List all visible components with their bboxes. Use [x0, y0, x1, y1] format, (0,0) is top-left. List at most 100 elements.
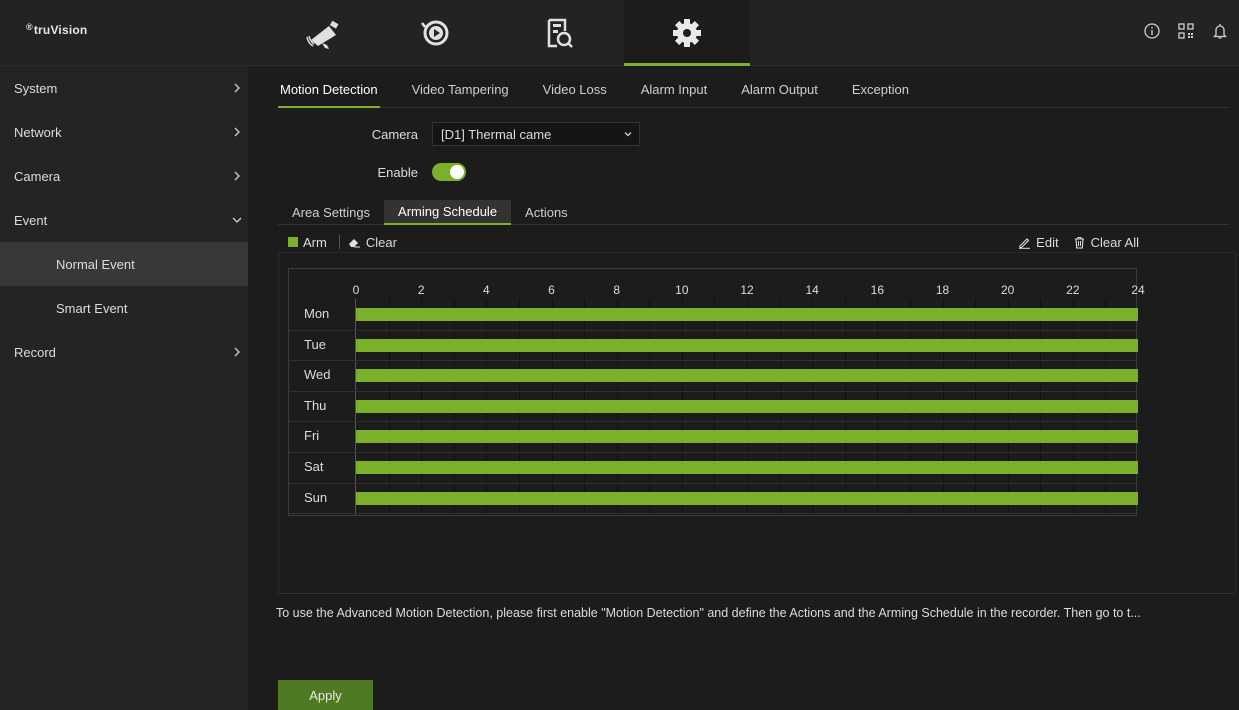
sidebar-item-system[interactable]: System	[0, 66, 248, 110]
qr-code-icon[interactable]	[1177, 22, 1195, 40]
row-divider	[289, 513, 1136, 515]
hour-label: 8	[613, 283, 620, 297]
sidebar-item-label: Record	[14, 344, 56, 360]
sidebar-item-event[interactable]: Event	[0, 198, 248, 242]
schedule-bar-sat[interactable]	[356, 461, 1138, 474]
row-divider	[289, 482, 1136, 484]
hour-label: 18	[935, 283, 950, 297]
schedule-bar-fri[interactable]	[356, 430, 1138, 444]
advanced-motion-notice: To use the Advanced Motion Detection, pl…	[276, 606, 1141, 620]
search-file-icon	[547, 18, 573, 48]
enable-label: Enable	[377, 164, 418, 180]
day-label: Sat	[304, 459, 324, 474]
schedule-toolbar: Arm Clear Edit Clear All	[288, 232, 1139, 252]
day-label: Sun	[304, 489, 328, 505]
clear-button[interactable]: Clear	[348, 235, 397, 250]
brand-logo: ®truVision	[26, 22, 88, 37]
chevron-right-icon	[234, 171, 240, 181]
sidebar-item-label: Camera	[14, 168, 61, 184]
camera-label: Camera	[371, 126, 418, 142]
sidebar-item-record[interactable]: Record	[0, 330, 248, 374]
enable-toggle[interactable]	[432, 163, 466, 181]
tab-alarm-output[interactable]: Alarm Output	[739, 82, 820, 108]
top-right-icons	[1143, 22, 1229, 40]
arm-label: Arm	[303, 234, 327, 250]
hour-label: 12	[740, 283, 754, 297]
tab-video-tampering[interactable]: Video Tampering	[410, 82, 511, 108]
camera-icon	[306, 20, 339, 49]
hour-label: 0	[352, 283, 360, 297]
tab-motion-detection[interactable]: Motion Detection	[278, 82, 380, 108]
hour-label: 24	[1131, 283, 1145, 297]
bell-icon[interactable]	[1211, 22, 1229, 40]
row-divider	[289, 452, 1136, 453]
sidebar-item-network[interactable]: Network	[0, 110, 248, 154]
schedule-bar-wed[interactable]	[356, 369, 1138, 383]
row-divider	[289, 360, 1136, 362]
trash-icon	[1074, 236, 1084, 249]
tab-arming-schedule[interactable]: Arming Schedule	[384, 200, 512, 225]
chevron-down-icon	[624, 132, 632, 137]
arming-schedule-grid[interactable]: 0 2 4 6 8 10 12 14 16 18 20 22 24 Mon Tue Wed Thu Fri Sat S…	[288, 268, 1145, 516]
schedule-bar-sun[interactable]	[356, 491, 1138, 505]
sidebar-item-label: Normal Event	[56, 256, 135, 272]
edit-button[interactable]: Edit	[1018, 234, 1059, 250]
nav-tab-settings[interactable]	[624, 0, 750, 66]
chevron-right-icon	[234, 127, 240, 137]
schedule-bar-thu[interactable]	[356, 399, 1138, 413]
nav-tab-search[interactable]	[496, 0, 622, 66]
tab-area-settings[interactable]: Area Settings	[278, 200, 384, 225]
sidebar-item-label: Smart Event	[56, 300, 128, 316]
sidebar-item-normal-event[interactable]: Normal Event	[0, 242, 248, 286]
toolbar-divider	[338, 235, 340, 249]
sub-tabs: Area Settings Arming Schedule Actions	[278, 200, 1229, 225]
tab-exception[interactable]: Exception	[850, 82, 911, 108]
clear-label: Clear	[365, 234, 397, 250]
event-tabs: Motion Detection Video Tampering Video L…	[278, 82, 1229, 108]
row-divider	[289, 329, 1136, 331]
sidebar-item-label: Network	[14, 124, 62, 140]
tab-actions[interactable]: Actions	[511, 200, 582, 225]
hour-label: 22	[1066, 283, 1080, 297]
hour-label: 20	[1000, 283, 1015, 297]
day-label: Thu	[304, 397, 327, 413]
chevron-right-icon	[234, 347, 240, 357]
hour-label: 10	[675, 283, 689, 297]
sidebar-item-label: System	[14, 80, 58, 96]
sidebar-item-camera[interactable]: Camera	[0, 154, 248, 198]
apply-button[interactable]: Apply	[278, 680, 373, 710]
clear-all-button[interactable]: Clear All	[1073, 235, 1139, 250]
day-label: Fri	[304, 428, 320, 444]
day-label: Mon	[304, 306, 330, 321]
nav-tab-playback[interactable]	[373, 0, 499, 66]
camera-row: Camera [D1] Thermal came	[278, 122, 640, 146]
hour-label: 16	[870, 283, 885, 297]
edit-label: Edit	[1036, 234, 1059, 250]
camera-select[interactable]: [D1] Thermal came	[432, 122, 640, 146]
sidebar-item-smart-event[interactable]: Smart Event	[0, 286, 248, 330]
chevron-right-icon	[234, 83, 240, 93]
hour-label: 2	[417, 283, 425, 297]
schedule-bar-tue[interactable]	[356, 338, 1138, 352]
chevron-down-icon	[232, 217, 242, 223]
schedule-bar-mon[interactable]	[356, 308, 1138, 321]
hour-label: 6	[548, 283, 555, 297]
tab-alarm-input[interactable]: Alarm Input	[639, 82, 709, 108]
camera-select-value: [D1] Thermal came	[441, 126, 552, 142]
hour-label: 14	[805, 283, 819, 297]
day-label: Wed	[304, 367, 331, 383]
row-divider	[289, 390, 1136, 392]
pencil-icon	[1019, 237, 1031, 249]
top-bar: ®truVision	[0, 0, 1239, 66]
tab-video-loss[interactable]: Video Loss	[541, 82, 609, 108]
main-content: Motion Detection Video Tampering Video L…	[248, 66, 1239, 710]
sidebar: System Network Camera Event Normal Event…	[0, 66, 248, 710]
arm-button[interactable]: Arm	[288, 235, 327, 250]
clear-all-label: Clear All	[1090, 234, 1139, 250]
info-icon[interactable]	[1143, 22, 1161, 40]
eraser-icon	[348, 238, 360, 247]
hour-label: 4	[482, 283, 490, 297]
nav-tab-live-view[interactable]	[260, 0, 386, 66]
row-divider	[289, 421, 1136, 423]
day-label: Tue	[304, 336, 326, 352]
